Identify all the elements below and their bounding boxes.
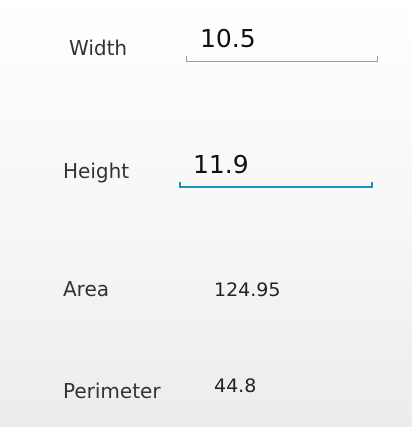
width-field[interactable] [186, 14, 378, 62]
width-input[interactable] [186, 14, 378, 62]
height-field[interactable] [179, 140, 373, 188]
height-input[interactable] [179, 140, 373, 188]
height-field-underline [179, 182, 373, 188]
rectangle-calculator-screen: Width Height Area 124.95 Perimeter 44.8 [0, 0, 412, 427]
area-label: Area [63, 277, 110, 301]
area-value: 124.95 [214, 279, 281, 301]
width-label: Width [69, 36, 128, 60]
height-label: Height [63, 159, 130, 183]
perimeter-label: Perimeter [63, 379, 161, 403]
width-field-underline [186, 56, 378, 62]
perimeter-value: 44.8 [214, 375, 257, 397]
